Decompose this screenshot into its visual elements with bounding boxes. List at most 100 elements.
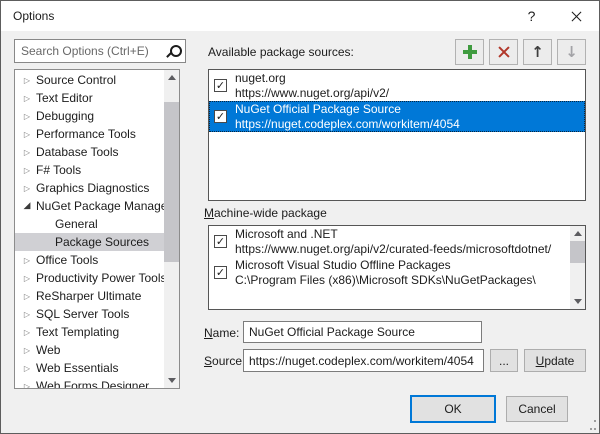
package-url: https://www.nuget.org/api/v2/curated-fee… [235, 242, 566, 256]
available-sources-label: Available package sources: [208, 45, 354, 59]
move-down-button[interactable]: ↓ [557, 39, 586, 65]
machine-wide-rows: ✓ Microsoft and .NEThttps://www.nuget.org… [209, 226, 570, 309]
tree-item-label: Web [36, 343, 60, 357]
tree-item-label: Web Forms Designer [36, 379, 149, 389]
help-icon: ? [528, 8, 536, 24]
expand-icon[interactable]: ▷ [20, 112, 34, 121]
tree-scrollbar[interactable] [164, 70, 179, 388]
tree-item-graphics-diagnostics[interactable]: ▷Graphics Diagnostics [15, 179, 164, 197]
tree-item-label: Graphics Diagnostics [36, 181, 149, 195]
package-name: Microsoft Visual Studio Offline Packages [235, 258, 566, 273]
package-source-row[interactable]: ✓ Microsoft Visual Studio Offline Package… [209, 257, 570, 288]
tree-item-sql-server-tools[interactable]: ▷SQL Server Tools [15, 305, 164, 323]
ok-button[interactable]: OK [410, 395, 496, 423]
tree-item-database-tools[interactable]: ▷Database Tools [15, 143, 164, 161]
name-value: NuGet Official Package Source [249, 325, 415, 339]
expand-icon[interactable]: ▷ [20, 346, 34, 355]
move-up-button[interactable]: ↑ [523, 39, 552, 65]
browse-label: ... [499, 354, 509, 368]
package-source-row[interactable]: ✓ NuGet Official Package Sourcehttps://nu… [209, 101, 585, 132]
options-dialog: Options ? Search Options (Ctrl+E) ▷Sourc… [0, 0, 600, 434]
checkbox-checked[interactable]: ✓ [214, 79, 227, 92]
tree-item-text-templating[interactable]: ▷Text Templating [15, 323, 164, 341]
tree-item-productivity-power-tools[interactable]: ▷Productivity Power Tools [15, 269, 164, 287]
package-name: Microsoft and .NET [235, 227, 566, 242]
machine-list-scrollbar[interactable] [570, 226, 585, 309]
triangle-down-icon [168, 378, 176, 383]
search-icon[interactable] [165, 44, 180, 59]
tree-item-performance-tools[interactable]: ▷Performance Tools [15, 125, 164, 143]
expand-icon[interactable]: ▷ [20, 76, 34, 85]
scrollbar-thumb[interactable] [570, 241, 585, 263]
expand-icon[interactable]: ▷ [20, 256, 34, 265]
tree-item-label: NuGet Package Manager [36, 199, 164, 213]
scroll-down-button[interactable] [164, 373, 179, 388]
tree-item-label: SQL Server Tools [36, 307, 129, 321]
tree-item-resharper-ultimate[interactable]: ▷ReSharper Ultimate [15, 287, 164, 305]
scrollbar-thumb[interactable] [164, 102, 179, 262]
name-field[interactable]: NuGet Official Package Source [243, 321, 482, 343]
tree-item-text-editor[interactable]: ▷Text Editor [15, 89, 164, 107]
expand-icon[interactable]: ▷ [20, 382, 34, 390]
help-button[interactable]: ? [509, 1, 554, 31]
options-tree-rows: ▷Source Control▷Text Editor▷Debugging▷Pe… [15, 71, 164, 389]
close-button[interactable] [554, 1, 599, 31]
tree-item-office-tools[interactable]: ▷Office Tools [15, 251, 164, 269]
package-source-row[interactable]: ✓ Microsoft and .NEThttps://www.nuget.org… [209, 226, 570, 257]
scroll-up-button[interactable] [570, 226, 585, 241]
tree-item-label: Database Tools [36, 145, 119, 159]
tree-item-package-sources[interactable]: Package Sources [15, 233, 164, 251]
expand-icon[interactable]: ▷ [20, 292, 34, 301]
expand-icon[interactable]: ▷ [20, 148, 34, 157]
add-source-button[interactable] [455, 39, 484, 65]
checkbox-checked[interactable]: ✓ [214, 235, 227, 248]
source-field[interactable]: https://nuget.codeplex.com/workitem/4054 [243, 349, 484, 372]
scroll-up-button[interactable] [164, 70, 179, 85]
plus-icon [463, 45, 477, 59]
options-tree: ▷Source Control▷Text Editor▷Debugging▷Pe… [14, 69, 180, 389]
scroll-down-button[interactable] [570, 294, 585, 309]
update-button[interactable]: Update [524, 349, 586, 372]
tree-item-label: F# Tools [36, 163, 81, 177]
checkbox-checked[interactable]: ✓ [214, 266, 227, 279]
close-icon [570, 10, 583, 23]
tree-item-label: Office Tools [36, 253, 98, 267]
tree-item-debugging[interactable]: ▷Debugging [15, 107, 164, 125]
tree-item-label: Performance Tools [36, 127, 136, 141]
expand-icon[interactable]: ▷ [20, 184, 34, 193]
tree-item-label: General [55, 217, 98, 231]
package-name: NuGet Official Package Source [235, 102, 581, 117]
arrow-up-icon: ↑ [531, 45, 544, 60]
package-name: nuget.org [235, 71, 581, 86]
expand-icon[interactable]: ▷ [20, 274, 34, 283]
remove-source-button[interactable] [489, 39, 518, 65]
package-url: https://nuget.codeplex.com/workitem/4054 [235, 117, 581, 131]
triangle-up-icon [574, 231, 582, 236]
checkbox-checked[interactable]: ✓ [214, 110, 227, 123]
package-source-row[interactable]: ✓nuget.orghttps://www.nuget.org/api/v2/ [209, 70, 585, 101]
cancel-button[interactable]: Cancel [506, 396, 568, 422]
expand-icon[interactable]: ▷ [20, 364, 34, 373]
source-value: https://nuget.codeplex.com/workitem/4054 [249, 354, 474, 368]
tree-item-web[interactable]: ▷Web [15, 341, 164, 359]
tree-item-web-essentials[interactable]: ▷Web Essentials [15, 359, 164, 377]
expand-icon[interactable]: ▷ [20, 166, 34, 175]
tree-item-nuget-package-manager[interactable]: ◢NuGet Package Manager [15, 197, 164, 215]
expand-icon[interactable]: ▷ [20, 94, 34, 103]
tree-item-f-tools[interactable]: ▷F# Tools [15, 161, 164, 179]
tree-item-source-control[interactable]: ▷Source Control [15, 71, 164, 89]
tree-item-label: Productivity Power Tools [36, 271, 164, 285]
expand-icon[interactable]: ▷ [20, 310, 34, 319]
expand-icon[interactable]: ▷ [20, 328, 34, 337]
search-placeholder: Search Options (Ctrl+E) [15, 44, 165, 58]
available-sources-rows: ✓nuget.orghttps://www.nuget.org/api/v2/✓… [209, 70, 585, 200]
expand-icon[interactable]: ▷ [20, 130, 34, 139]
collapse-icon[interactable]: ◢ [20, 201, 34, 211]
search-input[interactable]: Search Options (Ctrl+E) [14, 39, 186, 63]
resize-grip[interactable] [586, 420, 596, 430]
browse-button[interactable]: ... [490, 349, 518, 372]
tree-item-label: Text Templating [36, 325, 119, 339]
tree-item-general[interactable]: General [15, 215, 164, 233]
source-toolbar: ↑ ↓ [455, 39, 586, 65]
tree-item-web-forms-designer[interactable]: ▷Web Forms Designer [15, 377, 164, 389]
